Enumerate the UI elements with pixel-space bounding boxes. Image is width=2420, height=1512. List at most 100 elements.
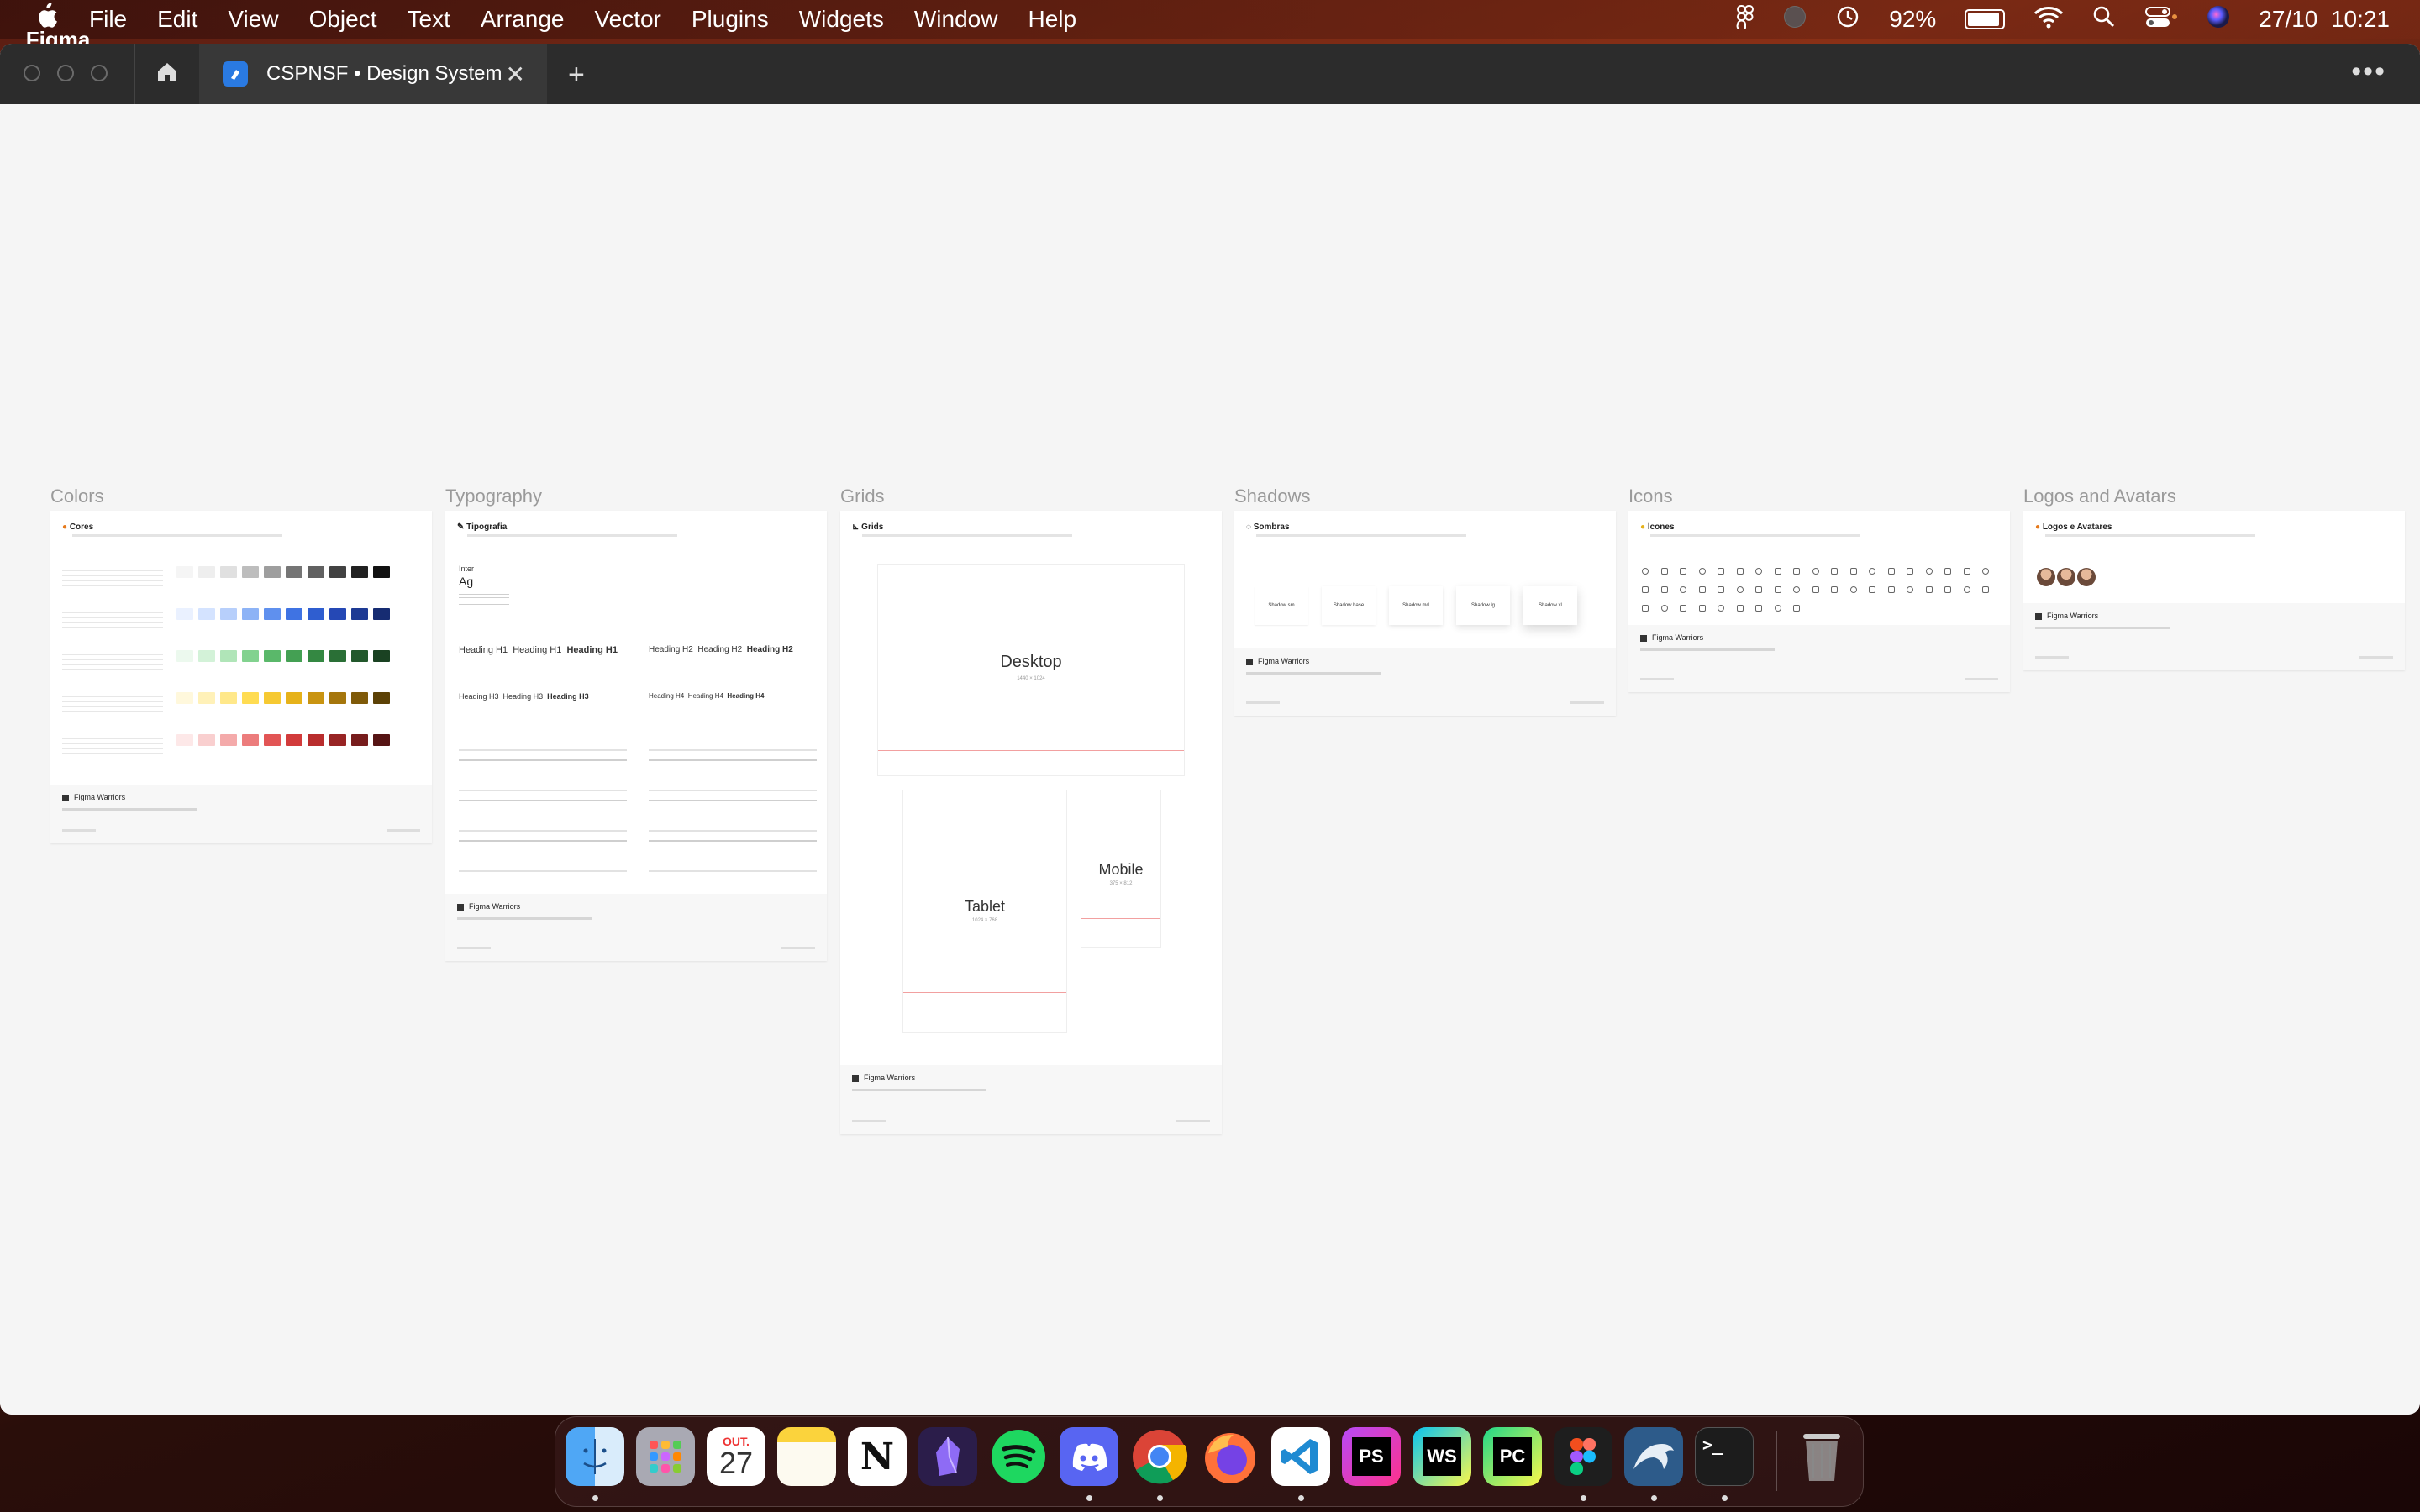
close-window-button[interactable] (24, 65, 40, 81)
frame-label-logos-avatars[interactable]: Logos and Avatars (2023, 486, 2176, 507)
color-swatch[interactable] (264, 566, 281, 578)
icon-sample[interactable] (1698, 568, 1706, 575)
icon-sample[interactable] (1812, 586, 1819, 593)
icon-sample[interactable] (1812, 568, 1819, 575)
color-swatch[interactable] (220, 566, 237, 578)
icon-sample[interactable] (1925, 586, 1933, 593)
icon-sample[interactable] (1680, 605, 1686, 612)
notion-icon[interactable]: N (848, 1427, 907, 1486)
icon-sample[interactable] (1642, 586, 1649, 593)
icon-sample[interactable] (1869, 586, 1876, 593)
icon-sample[interactable] (1869, 568, 1876, 575)
wifi-icon[interactable] (2033, 5, 2064, 34)
color-swatch[interactable] (220, 734, 237, 746)
icon-sample[interactable] (1736, 586, 1744, 593)
color-swatch[interactable] (264, 734, 281, 746)
vscode-icon[interactable] (1271, 1427, 1330, 1486)
icon-sample[interactable] (1718, 586, 1724, 593)
color-swatch[interactable] (242, 650, 259, 662)
menu-edit[interactable]: Edit (157, 6, 197, 33)
siri-icon[interactable] (2207, 5, 2230, 34)
menu-plugins[interactable]: Plugins (692, 6, 769, 33)
icon-sample[interactable] (1755, 586, 1762, 593)
search-icon[interactable] (2092, 5, 2116, 34)
icon-sample[interactable] (1774, 568, 1781, 575)
record-icon[interactable] (1783, 5, 1807, 34)
color-swatch[interactable] (220, 650, 237, 662)
firefox-icon[interactable] (1201, 1427, 1260, 1486)
color-swatch[interactable] (351, 566, 368, 578)
icon-sample[interactable] (1755, 568, 1762, 575)
color-swatch[interactable] (286, 692, 302, 704)
color-swatch[interactable] (242, 608, 259, 620)
frame-label-colors[interactable]: Colors (50, 486, 104, 507)
zoom-window-button[interactable] (91, 65, 108, 81)
color-swatch[interactable] (308, 566, 324, 578)
typography-frame[interactable]: ✎ Tipografia Inter Ag Heading H1 Heading… (445, 511, 827, 961)
icon-sample[interactable] (1887, 586, 1895, 593)
color-swatch[interactable] (198, 734, 215, 746)
color-swatch[interactable] (176, 566, 193, 578)
icon-sample[interactable] (1774, 586, 1781, 593)
color-swatch[interactable] (373, 608, 390, 620)
pycharm-icon[interactable]: PC (1483, 1427, 1542, 1486)
new-tab-icon[interactable]: + (568, 59, 585, 92)
terminal-icon[interactable]: >_ (1695, 1427, 1754, 1486)
color-swatch[interactable] (242, 734, 259, 746)
color-swatch[interactable] (220, 608, 237, 620)
color-swatch[interactable] (329, 650, 346, 662)
icon-sample[interactable] (1849, 568, 1857, 575)
webstorm-icon[interactable]: WS (1413, 1427, 1471, 1486)
color-swatch[interactable] (286, 650, 302, 662)
chrome-icon[interactable] (1130, 1427, 1189, 1486)
icon-sample[interactable] (1963, 568, 1970, 575)
icon-sample[interactable] (1849, 586, 1857, 593)
icon-sample[interactable] (1698, 605, 1706, 612)
home-tab[interactable] (134, 44, 200, 104)
color-swatch[interactable] (286, 608, 302, 620)
icon-sample[interactable] (1982, 586, 1989, 593)
icon-sample[interactable] (1982, 568, 1989, 575)
menu-vector[interactable]: Vector (594, 6, 660, 33)
discord-icon[interactable] (1060, 1427, 1118, 1486)
color-swatch[interactable] (264, 608, 281, 620)
color-swatch[interactable] (176, 650, 193, 662)
color-swatch[interactable] (351, 692, 368, 704)
color-swatch[interactable] (176, 608, 193, 620)
obsidian-icon[interactable] (918, 1427, 977, 1486)
more-options-icon[interactable]: ••• (2351, 55, 2386, 88)
color-swatch[interactable] (264, 650, 281, 662)
icon-sample[interactable] (1831, 586, 1838, 593)
canvas[interactable]: Colors ● Cores Figma Warriors Typography… (0, 104, 2420, 1415)
icons-frame[interactable]: ● Ícones Figma Warriors (1628, 511, 2010, 692)
icon-sample[interactable] (1660, 586, 1668, 593)
frame-label-grids[interactable]: Grids (840, 486, 885, 507)
color-swatch[interactable] (242, 566, 259, 578)
icon-sample[interactable] (1736, 605, 1744, 612)
frame-label-typography[interactable]: Typography (445, 486, 542, 507)
menu-window[interactable]: Window (914, 6, 998, 33)
icon-sample[interactable] (1718, 605, 1724, 612)
shadows-frame[interactable]: ◌ Sombras Shadow sm Shadow base Shadow m… (1234, 511, 1616, 716)
phpstorm-icon[interactable]: PS (1342, 1427, 1401, 1486)
color-swatch[interactable] (329, 608, 346, 620)
trash-icon[interactable] (1792, 1427, 1851, 1486)
color-swatch[interactable] (329, 692, 346, 704)
time-machine-icon[interactable] (1835, 4, 1860, 35)
mysql-workbench-icon[interactable] (1624, 1427, 1683, 1486)
frame-label-shadows[interactable]: Shadows (1234, 486, 1311, 507)
colors-frame[interactable]: ● Cores Figma Warriors (50, 511, 432, 843)
color-swatch[interactable] (308, 650, 324, 662)
icon-sample[interactable] (1831, 568, 1838, 575)
color-swatch[interactable] (198, 692, 215, 704)
notes-icon[interactable] (777, 1427, 836, 1486)
icon-sample[interactable] (1680, 586, 1686, 593)
color-swatch[interactable] (329, 734, 346, 746)
icon-sample[interactable] (1793, 568, 1800, 575)
file-tab[interactable]: CSPNSF • Design System ✕ (199, 44, 547, 104)
icon-sample[interactable] (1944, 568, 1951, 575)
color-swatch[interactable] (351, 608, 368, 620)
color-swatch[interactable] (198, 566, 215, 578)
color-swatch[interactable] (176, 692, 193, 704)
color-swatch[interactable] (198, 608, 215, 620)
